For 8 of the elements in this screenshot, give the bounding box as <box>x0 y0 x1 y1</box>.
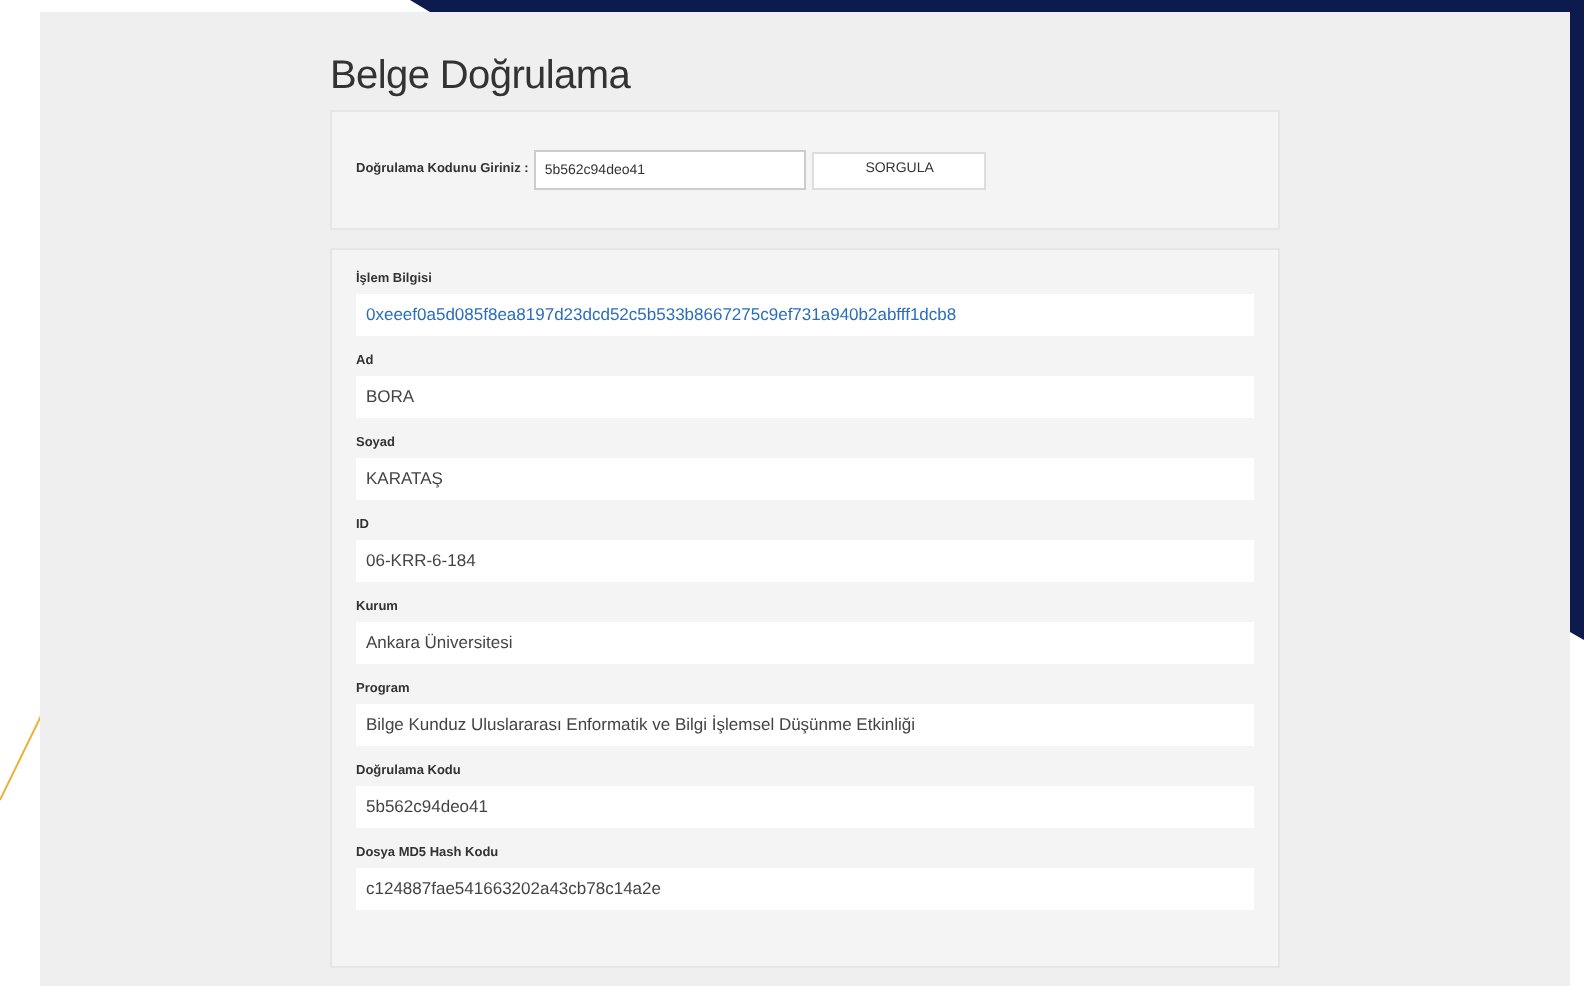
field-value: c124887fae541663202a43cb78c14a2e <box>356 868 1254 910</box>
field-value: 5b562c94deo41 <box>356 786 1254 828</box>
page-title: Belge Doğrulama <box>330 52 633 102</box>
field-value: KARATAŞ <box>356 458 1254 500</box>
field-value: Bilge Kunduz Uluslararası Enformatik ve Bilgi İşlemsel Düşünme Etkinliği <box>356 704 1254 746</box>
field-value: Ankara Üniversitesi <box>356 622 1254 664</box>
field-value: BORA <box>356 376 1254 418</box>
field-value: 06-KRR-6-184 <box>356 540 1254 582</box>
